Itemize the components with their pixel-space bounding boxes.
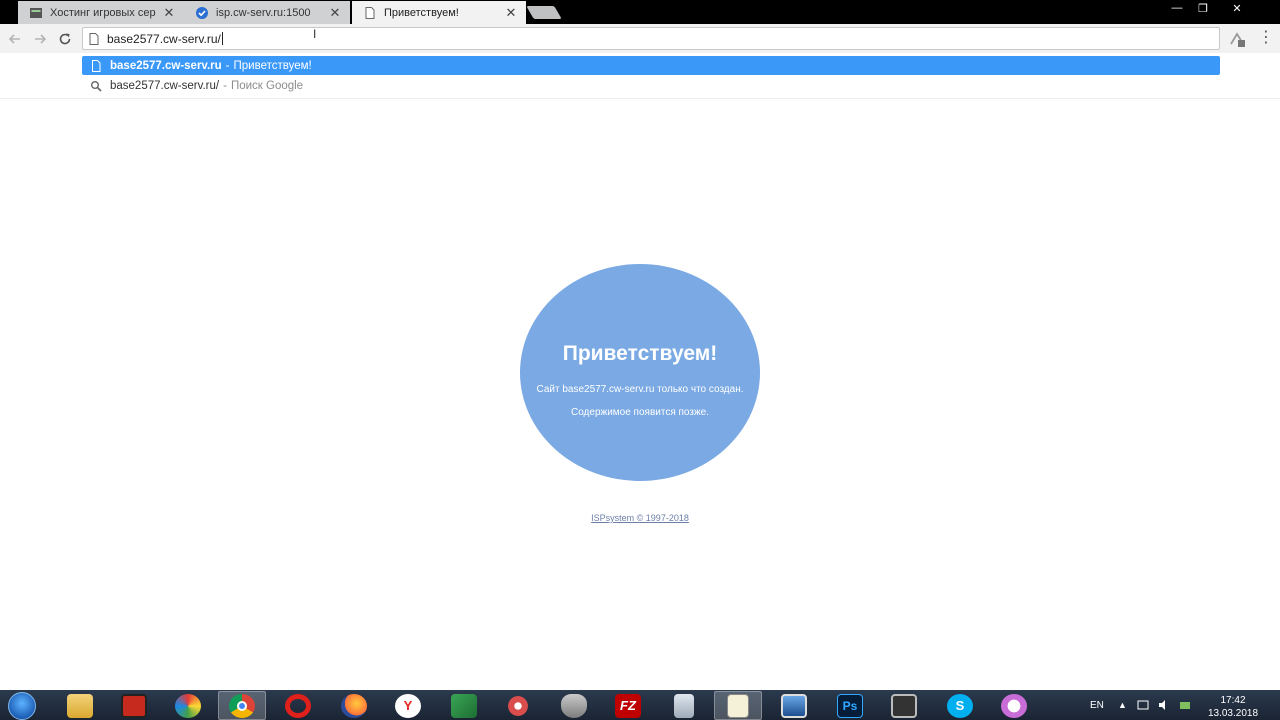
forward-arrow-icon — [35, 34, 47, 44]
minimize-button[interactable]: — — [1164, 0, 1190, 16]
page-icon — [365, 6, 375, 19]
language-indicator[interactable]: EN — [1090, 690, 1104, 720]
suggestion-separator: - — [225, 59, 230, 72]
taskbar-app-swirl[interactable] — [494, 691, 542, 720]
reload-icon — [59, 33, 71, 45]
search-icon — [91, 80, 102, 92]
taskbar-app-colorful[interactable] — [164, 691, 212, 720]
taskbar-yandex[interactable]: Y — [384, 691, 432, 720]
tab-strip: Хостинг игровых серве ✕ isp.cw-serv.ru:1… — [0, 0, 1280, 24]
taskbar-app-red[interactable] — [110, 691, 158, 720]
footer-copyright-link[interactable]: ISPsystem © 1997-2018 — [540, 513, 740, 523]
isp-check-favicon-icon — [196, 6, 208, 19]
itunes-icon — [1001, 693, 1027, 718]
tray-action-center-icon[interactable] — [1137, 690, 1149, 720]
colorful-ball-icon — [175, 693, 201, 718]
tab-title: Приветствуем! — [384, 6, 459, 19]
address-bar[interactable]: base2577.cw-serv.ru/ — [82, 27, 1220, 50]
reload-button[interactable] — [56, 30, 74, 48]
page-icon — [92, 59, 101, 72]
close-window-button[interactable]: ✕ — [1216, 0, 1258, 16]
chrome-icon — [229, 693, 255, 718]
notepad-icon — [727, 693, 749, 718]
tab-close-icon[interactable]: ✕ — [504, 5, 518, 21]
welcome-subtext: Содержимое появится позже. — [570, 407, 709, 418]
suggestion-item[interactable]: base2577.cw-serv.ru - Приветствуем! — [82, 56, 1220, 75]
folder-icon — [67, 693, 93, 718]
film-icon — [891, 693, 917, 718]
opera-icon — [285, 693, 311, 718]
suggestion-title: Поиск Google — [230, 79, 304, 92]
taskbar-file-explorer[interactable] — [56, 691, 104, 720]
tab-close-icon[interactable]: ✕ — [162, 5, 176, 21]
browser-toolbar: base2577.cw-serv.ru/ ⋮ — [0, 24, 1280, 53]
tab-title: Хостинг игровых серве — [50, 6, 156, 19]
firefox-icon — [341, 693, 367, 718]
taskbar-firefox[interactable] — [330, 691, 378, 720]
clock-date: 13.03.2018 — [1207, 708, 1259, 719]
page-icon — [89, 32, 99, 45]
maximize-button[interactable]: ❐ — [1190, 0, 1216, 16]
server-favicon-icon — [30, 7, 42, 18]
tray-network-icon[interactable] — [1178, 690, 1192, 720]
taskbar-chrome[interactable] — [218, 691, 266, 720]
ibeam-cursor-icon: I — [313, 27, 317, 41]
calculator-icon — [674, 693, 694, 718]
taskbar-skype[interactable]: S — [936, 691, 984, 720]
extension-icon[interactable] — [1228, 30, 1246, 48]
mask-app-icon — [561, 693, 587, 718]
taskbar: Y FZ Ps S EN ▲ 17:42 13.03.2018 — [0, 690, 1280, 720]
suggestion-separator: - — [223, 79, 227, 92]
window-controls: — ❐ ✕ — [1164, 0, 1258, 16]
taskbar-app-green[interactable] — [440, 691, 488, 720]
taskbar-video[interactable] — [880, 691, 928, 720]
tray-expand-icon[interactable]: ▲ — [1118, 690, 1127, 720]
taskbar-app-mask[interactable] — [550, 691, 598, 720]
tab-hosting[interactable]: Хостинг игровых серве ✕ — [18, 1, 184, 24]
back-button[interactable] — [6, 30, 24, 48]
chrome-menu-icon[interactable]: ⋮ — [1258, 29, 1274, 49]
suggestion-title: Приветствуем! — [233, 59, 312, 72]
forward-button[interactable] — [31, 30, 49, 48]
new-tab-button[interactable] — [526, 6, 562, 19]
green-app-icon — [451, 693, 477, 718]
filezilla-icon: FZ — [615, 693, 641, 718]
welcome-message: Сайт base2577.cw-serv.ru только что созд… — [536, 384, 744, 395]
skype-icon: S — [947, 693, 973, 718]
tray-volume-icon[interactable] — [1158, 690, 1170, 720]
taskbar-photoshop[interactable]: Ps — [826, 691, 874, 720]
red-app-icon — [121, 693, 147, 718]
taskbar-clock[interactable]: 17:42 13.03.2018 — [1206, 694, 1260, 720]
clock-time: 17:42 — [1220, 695, 1246, 706]
suggestion-url: base2577.cw-serv.ru — [110, 59, 222, 72]
taskbar-filezilla[interactable]: FZ — [604, 691, 652, 720]
suggestion-item[interactable]: base2577.cw-serv.ru/ - Поиск Google — [82, 76, 1220, 95]
suggestion-url: base2577.cw-serv.ru/ — [110, 79, 220, 92]
tab-title: isp.cw-serv.ru:1500 — [216, 6, 311, 19]
tab-close-icon[interactable]: ✕ — [328, 5, 342, 21]
remote-desktop-icon — [781, 693, 807, 718]
yandex-icon: Y — [395, 693, 421, 718]
taskbar-calculator[interactable] — [660, 691, 708, 720]
swirl-app-icon — [505, 693, 531, 718]
taskbar-itunes[interactable] — [990, 691, 1038, 720]
omnibox-suggestions: base2577.cw-serv.ru - Приветствуем! base… — [0, 53, 1280, 99]
taskbar-notepad[interactable] — [714, 691, 762, 720]
taskbar-opera[interactable] — [274, 691, 322, 720]
back-arrow-icon — [8, 34, 20, 44]
photoshop-icon: Ps — [837, 693, 863, 718]
taskbar-remote-desktop[interactable] — [770, 691, 818, 720]
page-title: Приветствуем! — [562, 342, 718, 365]
address-text: base2577.cw-serv.ru/ — [107, 31, 221, 46]
start-button[interactable] — [8, 692, 36, 720]
tab-welcome[interactable]: Приветствуем! ✕ — [352, 1, 526, 24]
welcome-circle: Приветствуем! Сайт base2577.cw-serv.ru т… — [520, 264, 760, 481]
text-caret — [221, 32, 223, 45]
tab-isp[interactable]: isp.cw-serv.ru:1500 ✕ — [184, 1, 350, 24]
